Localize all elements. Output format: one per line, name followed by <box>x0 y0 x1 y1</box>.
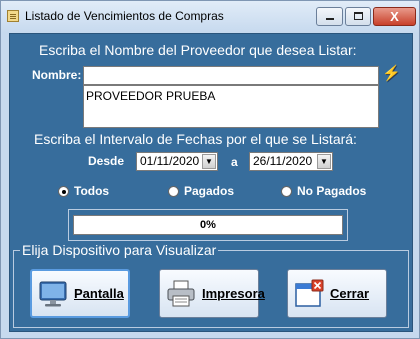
minimize-button[interactable] <box>316 7 343 26</box>
dates-heading: Escriba el Intervalo de Fechas por el qu… <box>34 131 357 147</box>
radio-label: No Pagados <box>297 184 367 198</box>
list-item[interactable]: PROVEEDOR PRUEBA <box>86 89 376 103</box>
progress-label: 0% <box>200 219 216 231</box>
close-window-button[interactable]: X <box>373 7 416 26</box>
minimize-icon <box>326 18 334 20</box>
pantalla-button[interactable]: Pantalla <box>30 269 130 318</box>
radio-todos[interactable]: Todos <box>58 184 109 198</box>
app-icon <box>7 10 19 22</box>
provider-results-list[interactable]: PROVEEDOR PRUEBA <box>83 85 379 128</box>
radio-label: Pagados <box>184 184 235 198</box>
monitor-icon <box>39 281 67 306</box>
app-window: Listado de Vencimientos de Compras X Esc… <box>0 0 420 339</box>
maximize-icon <box>354 12 363 20</box>
title-bar[interactable]: Listado de Vencimientos de Compras X <box>1 1 419 33</box>
from-label: Desde <box>88 154 125 168</box>
radio-pagados[interactable]: Pagados <box>168 184 234 198</box>
to-label: a <box>231 155 238 169</box>
maximize-button[interactable] <box>345 7 371 26</box>
to-date-picker[interactable]: 26/11/2020 ▼ <box>249 152 333 171</box>
main-panel: Escriba el Nombre del Proveedor que dese… <box>9 33 413 332</box>
impresora-label: Impresora <box>202 286 265 301</box>
close-icon: X <box>390 9 399 24</box>
printer-icon <box>167 280 195 306</box>
provider-heading: Escriba el Nombre del Proveedor que dese… <box>39 42 357 58</box>
progress-bar: 0% <box>73 215 343 235</box>
device-legend: Elija Dispositivo para Visualizar <box>20 242 219 258</box>
chevron-down-icon[interactable]: ▼ <box>202 154 216 169</box>
close-window-icon <box>295 279 324 307</box>
chevron-down-icon[interactable]: ▼ <box>317 154 331 169</box>
name-label: Nombre: <box>32 68 82 82</box>
cerrar-button[interactable]: Cerrar <box>287 269 387 318</box>
radio-label: Todos <box>74 184 110 198</box>
radio-button[interactable] <box>58 185 69 197</box>
radio-no-pagados[interactable]: No Pagados <box>281 184 366 198</box>
window-title: Listado de Vencimientos de Compras <box>25 9 224 23</box>
radio-button[interactable] <box>281 185 292 197</box>
radio-button[interactable] <box>168 185 179 197</box>
cerrar-label: Cerrar <box>330 286 370 301</box>
from-date-value: 01/11/2020 <box>140 154 200 168</box>
pantalla-label: Pantalla <box>74 286 124 301</box>
impresora-button[interactable]: Impresora <box>159 269 265 318</box>
to-date-value: 26/11/2020 <box>253 154 313 168</box>
progress-frame: 0% <box>68 209 348 241</box>
provider-name-input[interactable] <box>83 66 379 85</box>
from-date-picker[interactable]: 01/11/2020 ▼ <box>136 152 218 171</box>
device-group: Elija Dispositivo para Visualizar Pantal… <box>13 242 409 328</box>
lightning-icon[interactable]: ⚡ <box>382 64 401 82</box>
